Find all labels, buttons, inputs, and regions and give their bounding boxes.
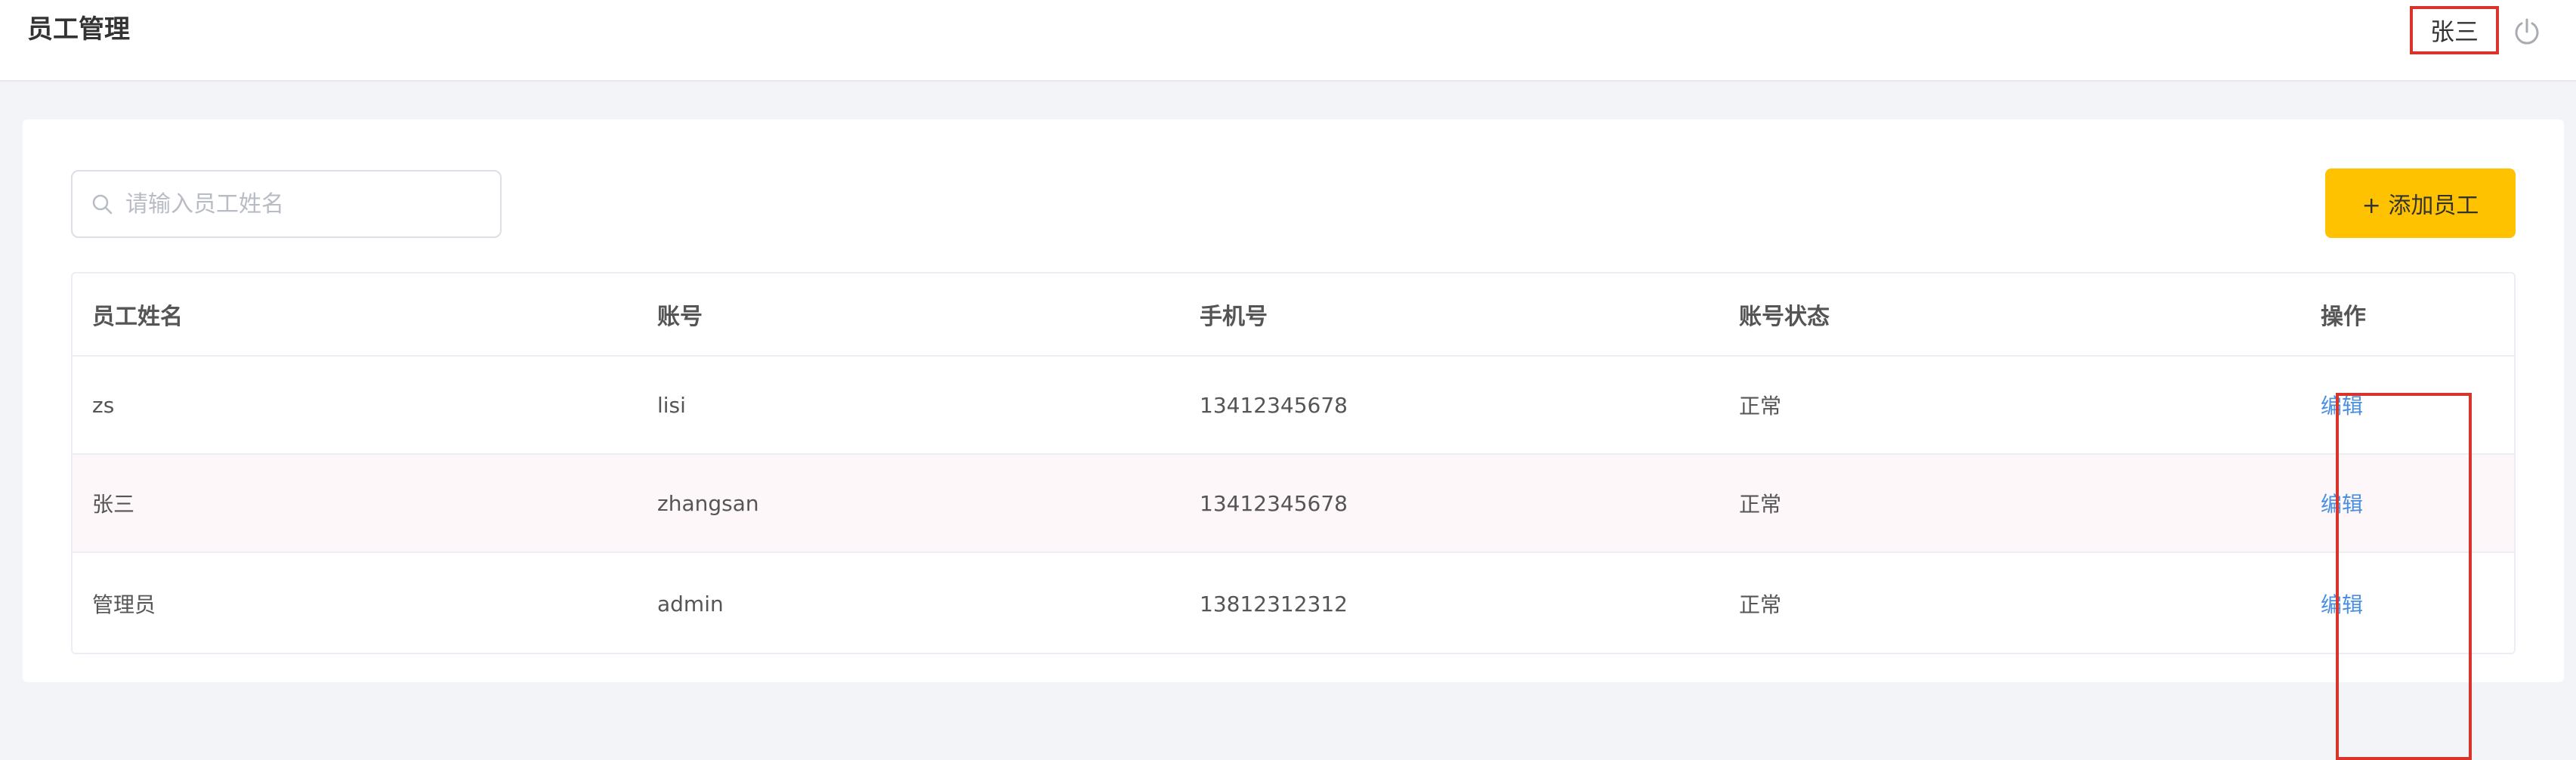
- table-row: 张三 zhangsan 13412345678 正常 编辑: [73, 455, 2514, 553]
- power-icon[interactable]: [2512, 17, 2542, 47]
- employee-table: 员工姓名 账号 手机号 账号状态 操作 zs lisi 13412345678 …: [71, 272, 2516, 654]
- edit-link[interactable]: 编辑: [2321, 488, 2363, 518]
- phone-cell: 13812312312: [1200, 591, 1348, 616]
- column-header-actions: 操作: [2321, 304, 2366, 330]
- table-row: 管理员 admin 13812312312 正常 编辑: [73, 553, 2514, 653]
- employee-name-cell: zs: [92, 392, 115, 418]
- column-header-name: 员工姓名: [92, 304, 183, 330]
- column-header-account: 账号: [657, 304, 703, 330]
- search-input[interactable]: [124, 190, 486, 218]
- status-cell: 正常: [1739, 394, 1782, 419]
- actions-cell: 编辑: [2321, 455, 2363, 551]
- account-cell: admin: [657, 591, 724, 616]
- column-header-status: 账号状态: [1739, 304, 1830, 330]
- search-icon: [91, 193, 113, 215]
- edit-link[interactable]: 编辑: [2321, 390, 2363, 420]
- edit-link[interactable]: 编辑: [2321, 589, 2363, 619]
- status-cell: 正常: [1739, 492, 1782, 517]
- top-header: 员工管理 张三: [0, 0, 2576, 82]
- phone-cell: 13412345678: [1200, 490, 1348, 516]
- actions-cell: 编辑: [2321, 553, 2363, 653]
- add-employee-button[interactable]: + 添加员工: [2325, 168, 2516, 238]
- user-name-button[interactable]: 张三: [2410, 6, 2499, 54]
- employee-name-cell: 张三: [92, 492, 135, 517]
- content-card: + 添加员工 员工姓名 账号 手机号 账号状态 操作 zs lisi 13412…: [23, 119, 2564, 760]
- user-name-label: 张三: [2429, 17, 2479, 46]
- page-title: 员工管理: [27, 14, 130, 45]
- account-cell: lisi: [657, 392, 686, 418]
- actions-cell: 编辑: [2321, 357, 2363, 453]
- status-cell: 正常: [1739, 592, 1782, 617]
- account-cell: zhangsan: [657, 490, 759, 516]
- phone-cell: 13412345678: [1200, 392, 1348, 418]
- table-row: zs lisi 13412345678 正常 编辑: [73, 357, 2514, 455]
- column-header-phone: 手机号: [1200, 304, 1268, 330]
- search-box[interactable]: [71, 170, 502, 238]
- table-header-row: 员工姓名 账号 手机号 账号状态 操作: [73, 273, 2514, 357]
- employee-name-cell: 管理员: [92, 592, 156, 617]
